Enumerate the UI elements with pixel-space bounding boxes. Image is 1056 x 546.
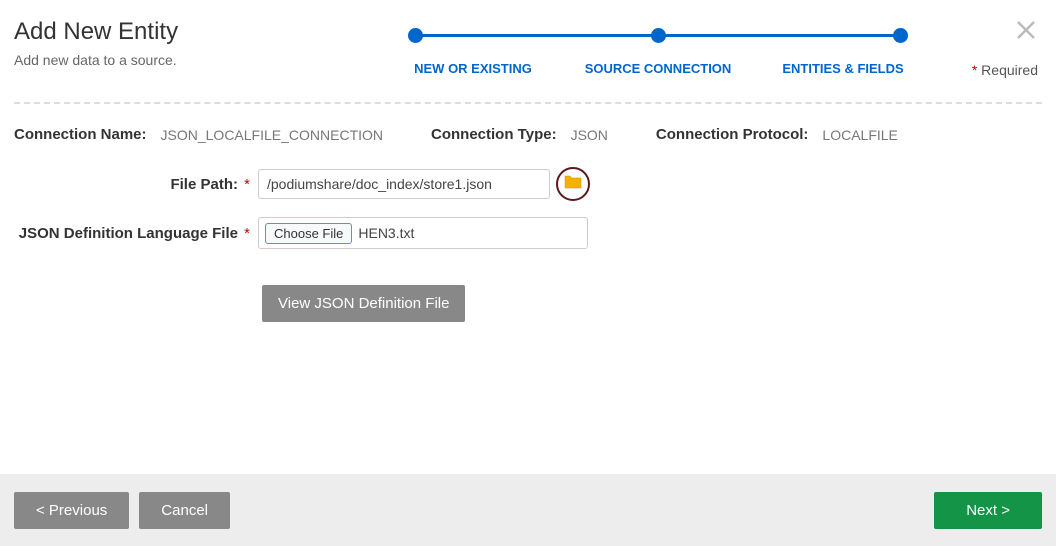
step-dot-2[interactable] bbox=[651, 28, 666, 43]
page-subtitle: Add new data to a source. bbox=[14, 52, 274, 68]
browse-folder-button[interactable] bbox=[556, 167, 590, 201]
step-dot-1[interactable] bbox=[408, 28, 423, 43]
step-label-entities-fields[interactable]: ENTITIES & FIELDS bbox=[758, 61, 928, 76]
close-icon[interactable] bbox=[1014, 18, 1038, 47]
required-indicator: * Required bbox=[972, 62, 1038, 78]
page-title: Add New Entity bbox=[14, 18, 274, 46]
file-input-container: Choose File HEN3.txt bbox=[258, 217, 588, 249]
file-path-label: File Path: * bbox=[14, 176, 258, 193]
connection-name-value: JSON_LOCALFILE_CONNECTION bbox=[161, 127, 384, 143]
connection-type-label: Connection Type: bbox=[431, 126, 557, 143]
file-path-input[interactable] bbox=[258, 169, 550, 199]
step-dot-3[interactable] bbox=[893, 28, 908, 43]
step-label-new-or-existing[interactable]: NEW OR EXISTING bbox=[388, 61, 558, 76]
wizard-stepper: NEW OR EXISTING SOURCE CONNECTION ENTITI… bbox=[274, 18, 1042, 76]
connection-name-label: Connection Name: bbox=[14, 126, 147, 143]
choose-file-button[interactable]: Choose File bbox=[265, 223, 352, 244]
step-label-source-connection[interactable]: SOURCE CONNECTION bbox=[573, 61, 743, 76]
next-button[interactable]: Next > bbox=[934, 492, 1042, 529]
connection-type-value: JSON bbox=[571, 127, 608, 143]
wizard-footer: < Previous Cancel Next > bbox=[0, 474, 1056, 546]
cancel-button[interactable]: Cancel bbox=[139, 492, 230, 529]
json-definition-label: JSON Definition Language File * bbox=[14, 225, 258, 242]
view-json-definition-button[interactable]: View JSON Definition File bbox=[262, 285, 465, 322]
chosen-file-name: HEN3.txt bbox=[358, 225, 414, 241]
previous-button[interactable]: < Previous bbox=[14, 492, 129, 529]
folder-icon bbox=[563, 174, 583, 195]
connection-protocol-label: Connection Protocol: bbox=[656, 126, 809, 143]
connection-protocol-value: LOCALFILE bbox=[822, 127, 897, 143]
